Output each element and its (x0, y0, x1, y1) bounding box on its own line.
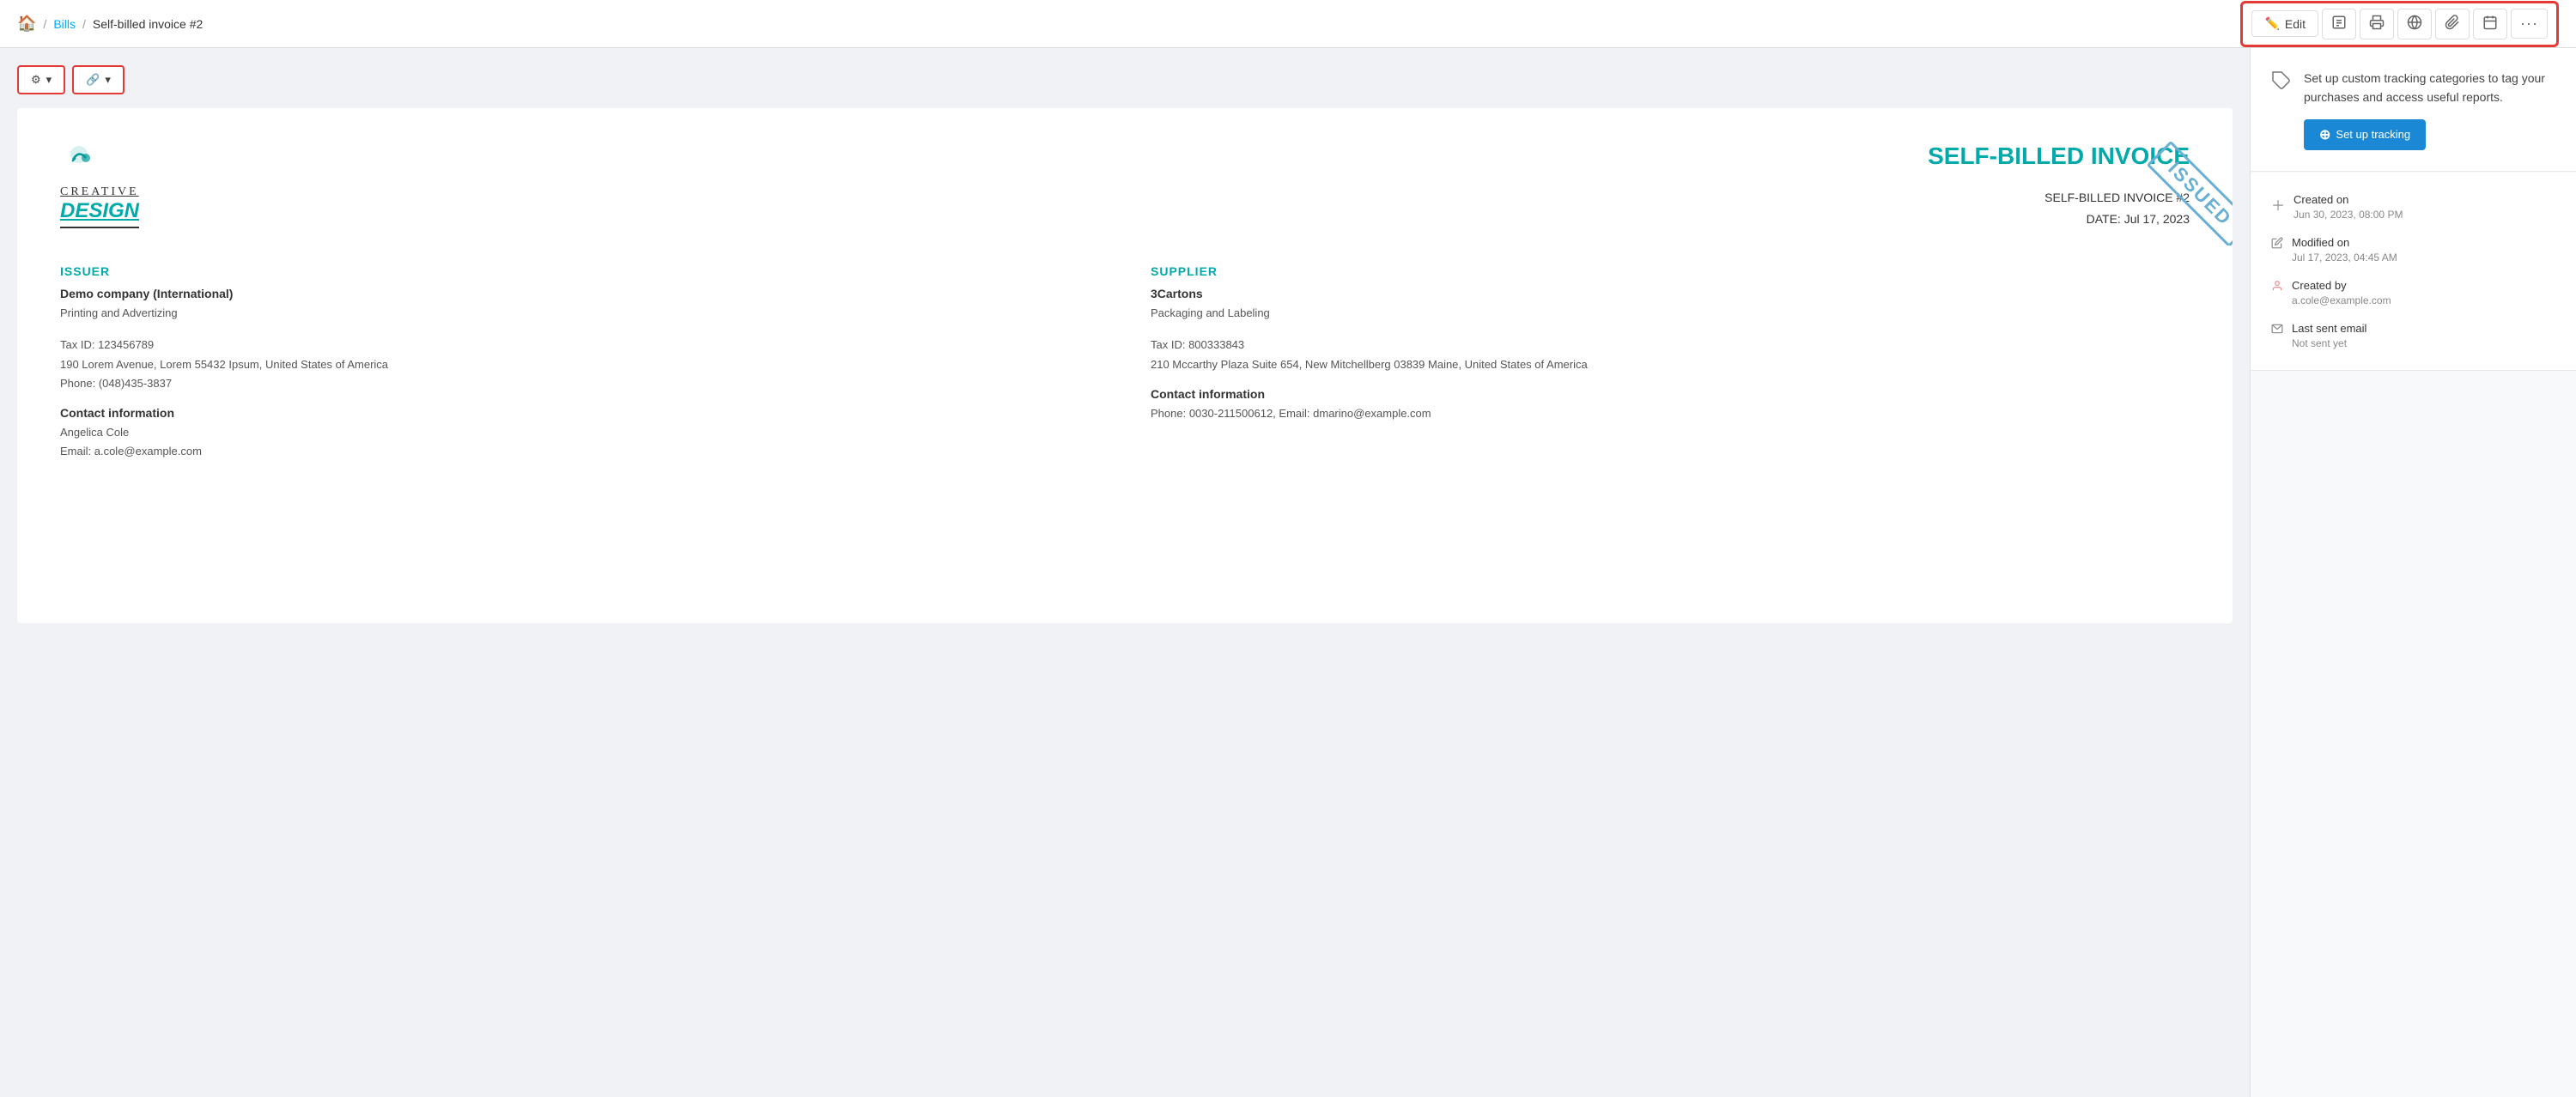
issuer-type: Printing and Advertizing (60, 304, 1099, 323)
edit-label: Edit (2285, 17, 2306, 31)
issuer-section: ISSUER Demo company (International) Prin… (60, 264, 1099, 461)
email-last-sent-icon (2271, 323, 2283, 337)
created-by-value: a.cole@example.com (2292, 294, 2391, 306)
print-icon (2369, 15, 2385, 33)
link-icon: 🔗 (86, 73, 100, 87)
tag-icon (2271, 70, 2292, 96)
last-sent-content: Last sent email Not sent yet (2292, 322, 2366, 349)
edit-button[interactable]: ✏️ Edit (2251, 10, 2318, 37)
created-by-row: Created by a.cole@example.com (2271, 279, 2555, 306)
tracking-description: Set up custom tracking categories to tag… (2304, 69, 2555, 150)
home-icon[interactable]: 🏠 (17, 15, 36, 33)
gear-icon: ⚙ (31, 73, 41, 87)
supplier-contact-label: Contact information (1151, 387, 2190, 401)
plus-created-icon: ＋ (2271, 194, 2285, 215)
calendar-icon (2482, 15, 2498, 33)
issued-text: ISSUED (2147, 141, 2233, 245)
pencil-modified-icon (2271, 237, 2283, 252)
last-sent-value: Not sent yet (2292, 337, 2366, 349)
user-created-by-icon (2271, 280, 2283, 294)
attach-button[interactable] (2435, 9, 2470, 39)
logo-text-creative: CREATIVE (60, 185, 139, 199)
invoice-header: CREATIVE DESIGN SELF-BILLED INVOICE SELF… (60, 142, 2190, 230)
issuer-contact-email: Email: a.cole@example.com (60, 442, 1099, 461)
more-button[interactable]: ··· (2511, 9, 2548, 39)
sidebar: Set up custom tracking categories to tag… (2250, 48, 2576, 1097)
created-on-value: Jun 30, 2023, 08:00 PM (2293, 209, 2403, 221)
issuer-name: Demo company (International) (60, 287, 1099, 300)
info-section: ＋ Created on Jun 30, 2023, 08:00 PM Modi… (2251, 173, 2576, 371)
modified-on-content: Modified on Jul 17, 2023, 04:45 AM (2292, 236, 2397, 264)
supplier-address: 210 Mccarthy Plaza Suite 654, New Mitche… (1151, 355, 2190, 374)
pdf-button[interactable] (2322, 9, 2356, 39)
issued-stamp: ISSUED (2138, 134, 2233, 245)
company-logo: CREATIVE DESIGN (60, 142, 139, 228)
plus-icon: ⊕ (2319, 126, 2330, 143)
send-button[interactable] (2397, 9, 2432, 39)
modified-on-row: Modified on Jul 17, 2023, 04:45 AM (2271, 236, 2555, 264)
edit-icon: ✏️ (2264, 16, 2279, 31)
issuer-address: 190 Lorem Avenue, Lorem 55432 Ipsum, Uni… (60, 355, 1099, 374)
supplier-contact-phone: Phone: 0030-211500612 (1151, 407, 1273, 420)
supplier-contact-info: Phone: 0030-211500612, Email: dmarino@ex… (1151, 404, 2190, 423)
supplier-tax-id: Tax ID: 800333843 (1151, 336, 2190, 355)
issuer-label: ISSUER (60, 264, 1099, 278)
main-toolbar: ✏️ Edit ··· (2240, 1, 2559, 47)
action-row: ⚙ ▾ 🔗 ▾ (17, 65, 2233, 94)
tracking-text: Set up custom tracking categories to tag… (2304, 69, 2555, 107)
setup-tracking-button[interactable]: ⊕ Set up tracking (2304, 119, 2426, 150)
send-icon (2407, 15, 2422, 33)
logo-text-design: DESIGN (60, 199, 139, 223)
modified-on-value: Jul 17, 2023, 04:45 AM (2292, 252, 2397, 264)
main-layout: ⚙ ▾ 🔗 ▾ ISSUED (0, 48, 2576, 1097)
document-area: ⚙ ▾ 🔗 ▾ ISSUED (0, 48, 2250, 1097)
issuer-tax-id: Tax ID: 123456789 (60, 336, 1099, 355)
breadcrumb-bills-link[interactable]: Bills (53, 17, 76, 31)
created-by-content: Created by a.cole@example.com (2292, 279, 2391, 306)
created-on-content: Created on Jun 30, 2023, 08:00 PM (2293, 193, 2403, 221)
tracking-header: Set up custom tracking categories to tag… (2271, 69, 2555, 150)
created-on-label: Created on (2293, 193, 2403, 206)
link-dropdown-button[interactable]: 🔗 ▾ (72, 65, 125, 94)
parties-row: ISSUER Demo company (International) Prin… (60, 264, 2190, 461)
supplier-type: Packaging and Labeling (1151, 304, 2190, 323)
gear-dropdown-button[interactable]: ⚙ ▾ (17, 65, 65, 94)
last-sent-label: Last sent email (2292, 322, 2366, 335)
modified-on-label: Modified on (2292, 236, 2397, 249)
breadcrumb-separator: / (43, 17, 46, 31)
calendar-button[interactable] (2473, 9, 2507, 39)
breadcrumb-separator-2: / (82, 17, 86, 31)
setup-tracking-label: Set up tracking (2336, 128, 2410, 141)
issuer-contact-name: Angelica Cole (60, 423, 1099, 442)
created-on-row: ＋ Created on Jun 30, 2023, 08:00 PM (2271, 193, 2555, 221)
topbar: 🏠 / Bills / Self-billed invoice #2 ✏️ Ed… (0, 0, 2576, 48)
issuer-phone: Phone: (048)435-3837 (60, 374, 1099, 393)
tracking-section: Set up custom tracking categories to tag… (2251, 48, 2576, 172)
created-by-label: Created by (2292, 279, 2391, 292)
breadcrumb-current: Self-billed invoice #2 (93, 17, 203, 31)
supplier-name: 3Cartons (1151, 287, 2190, 300)
last-sent-row: Last sent email Not sent yet (2271, 322, 2555, 349)
pdf-icon (2331, 15, 2347, 33)
breadcrumb: 🏠 / Bills / Self-billed invoice #2 (17, 15, 2240, 33)
supplier-section: SUPPLIER 3Cartons Packaging and Labeling… (1151, 264, 2190, 461)
more-icon: ··· (2520, 15, 2538, 33)
link-dropdown-arrow: ▾ (105, 73, 111, 87)
attach-icon (2445, 15, 2460, 33)
print-button[interactable] (2360, 9, 2394, 39)
supplier-label: SUPPLIER (1151, 264, 2190, 278)
issuer-contact-label: Contact information (60, 406, 1099, 420)
supplier-contact-email: Email: dmarino@example.com (1279, 407, 1431, 420)
gear-dropdown-arrow: ▾ (46, 73, 52, 87)
invoice-card: ISSUED CREATIVE DESIGN (17, 108, 2233, 623)
logo-svg (60, 142, 112, 185)
